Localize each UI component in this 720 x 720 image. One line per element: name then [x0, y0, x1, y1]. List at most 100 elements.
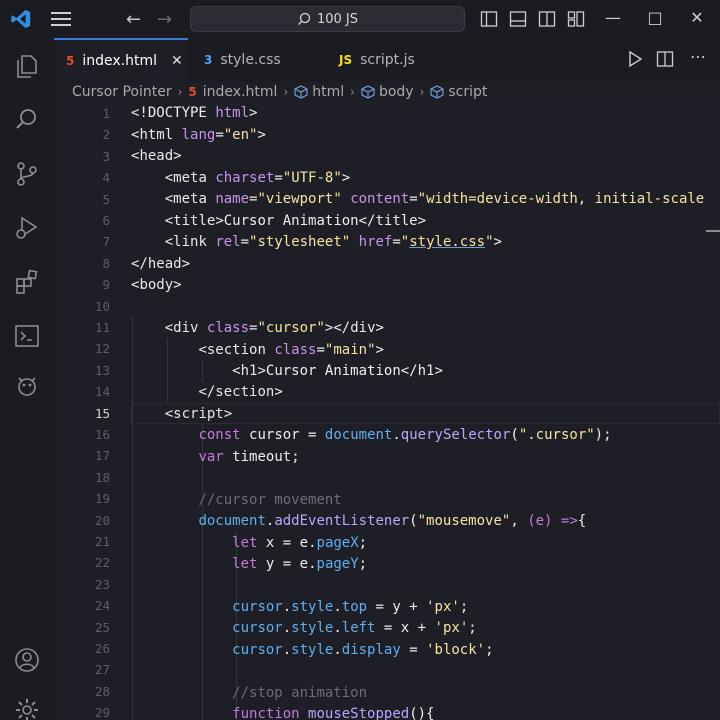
tab-label: script.js	[360, 52, 415, 68]
line-number: 5	[102, 191, 110, 207]
search-icon[interactable]	[13, 106, 41, 134]
editor-tabs: 5 index.html ✕ 3 style.css JS script.js …	[54, 38, 720, 82]
line-number: 16	[94, 427, 110, 442]
vscode-logo-icon	[11, 9, 31, 29]
arrow-left-icon[interactable]: ←	[126, 9, 141, 30]
line-number: 9	[102, 277, 110, 293]
customize-layout-icon[interactable]	[567, 10, 585, 28]
code-editor[interactable]: 1 2 3 4 5 6 7 8 9 10 11 12 13 14 15 16 17 18 19 20 21 22 23 24 2…	[54, 102, 720, 720]
css-file-icon: 3	[204, 53, 213, 67]
code-line: <meta name="viewport" content="width=dev…	[164, 191, 705, 207]
line-number: 7	[102, 234, 110, 250]
line-number: 1	[102, 106, 110, 121]
line-number: 17	[94, 448, 110, 464]
code-line: <link rel="stylesheet" href="style.css">	[164, 234, 502, 250]
line-number: 21	[94, 534, 110, 549]
chevron-right-icon: ›	[177, 85, 183, 99]
tab-script-js[interactable]: JS script.js	[337, 38, 415, 82]
line-number: 12	[94, 341, 110, 357]
code-line: <title>Cursor Animation</title>	[164, 213, 427, 229]
run-debug-icon[interactable]	[13, 214, 41, 242]
account-icon[interactable]	[13, 646, 41, 674]
tab-index-html[interactable]: 5 index.html ✕	[54, 38, 188, 82]
line-number: 11	[94, 320, 110, 335]
arrow-right-icon[interactable]: →	[157, 9, 172, 30]
html-file-icon: 5	[66, 54, 75, 68]
line-number: 4	[102, 170, 110, 186]
cube-icon	[430, 85, 444, 99]
code-line: var timeout;	[198, 449, 300, 465]
chevron-right-icon: ›	[350, 85, 355, 99]
run-icon[interactable]	[626, 50, 644, 68]
line-number: 18	[94, 469, 110, 485]
toggle-secondary-sidebar-icon[interactable]	[538, 10, 556, 28]
line-number: 25	[94, 619, 110, 635]
breadcrumb-script[interactable]: script	[448, 84, 487, 100]
scrollbar-marker	[706, 230, 720, 232]
line-number: 8	[102, 255, 110, 271]
title-bar: ← → 100 JS — □ ✕	[0, 0, 720, 38]
code-line: <section class="main">	[198, 342, 384, 358]
line-number: 19	[94, 491, 110, 507]
code-line: <h1>Cursor Animation</h1>	[232, 363, 443, 379]
chevron-right-icon: ›	[419, 85, 425, 99]
breadcrumb-html[interactable]: html	[312, 84, 344, 100]
extensions-icon[interactable]	[13, 268, 41, 296]
cube-icon	[361, 85, 375, 99]
line-number: 14	[94, 384, 110, 400]
line-number: 27	[94, 662, 110, 678]
toggle-panel-icon[interactable]	[509, 10, 527, 28]
toggle-primary-sidebar-icon[interactable]	[480, 10, 498, 28]
source-control-icon[interactable]	[13, 160, 41, 188]
search-text: 100 JS	[316, 11, 359, 27]
line-number: 6	[102, 213, 110, 228]
code-line: cursor.style.top = y + 'px';	[232, 599, 469, 615]
tab-label: index.html	[82, 53, 158, 69]
breadcrumb-body[interactable]: body	[379, 84, 414, 100]
code-line: <div class="cursor"></div>	[164, 320, 384, 336]
tab-style-css[interactable]: 3 style.css	[200, 38, 281, 82]
tab-label: style.css	[220, 52, 281, 68]
explorer-icon[interactable]	[13, 52, 41, 80]
code-line: <html lang="en">	[131, 127, 266, 143]
line-number: 26	[94, 641, 110, 656]
minimize-icon[interactable]: —	[602, 8, 624, 27]
code-line: <head>	[131, 148, 182, 164]
line-number: 29	[94, 705, 110, 720]
code-line: <body>	[131, 277, 182, 293]
line-number: 22	[94, 555, 110, 571]
settings-gear-icon[interactable]	[13, 696, 41, 720]
copilot-icon[interactable]	[13, 372, 41, 400]
code-line: cursor.style.display = 'block';	[232, 642, 494, 658]
line-number: 2	[102, 127, 110, 143]
line-number: 13	[94, 362, 110, 378]
html-file-icon: 5	[188, 85, 197, 99]
close-icon[interactable]: ✕	[171, 53, 183, 69]
code-line: <!DOCTYPE html>	[131, 105, 258, 121]
breadcrumb-file[interactable]: index.html	[203, 84, 278, 100]
code-line: </section>	[198, 384, 283, 400]
activity-bar	[0, 38, 54, 720]
command-center-search[interactable]: 100 JS	[190, 6, 465, 32]
code-line: let x = e.pageX;	[232, 535, 368, 551]
split-editor-icon[interactable]	[656, 50, 674, 68]
line-number: 3	[102, 148, 110, 164]
cube-icon	[294, 85, 308, 99]
search-icon	[298, 12, 311, 25]
code-line: function mouseStopped(){	[232, 706, 435, 720]
code-line: const cursor = document.querySelector(".…	[198, 427, 612, 443]
line-number: 23	[94, 576, 110, 592]
hamburger-menu-icon[interactable]	[50, 10, 72, 28]
terminal-icon[interactable]	[13, 322, 41, 350]
code-line: cursor.style.left = x + 'px';	[232, 620, 477, 636]
more-actions-icon[interactable]: ⋯	[690, 47, 708, 66]
line-number: 28	[94, 683, 110, 699]
code-line: <script>	[164, 406, 233, 422]
chevron-right-icon: ›	[283, 85, 289, 99]
maximize-icon[interactable]: □	[644, 8, 666, 27]
line-number: 10	[94, 298, 110, 314]
breadcrumb-folder[interactable]: Cursor Pointer	[72, 84, 172, 100]
line-number: 15	[94, 405, 110, 421]
code-line: document.addEventListener("mousemove", (…	[198, 513, 587, 529]
close-window-icon[interactable]: ✕	[686, 8, 708, 27]
